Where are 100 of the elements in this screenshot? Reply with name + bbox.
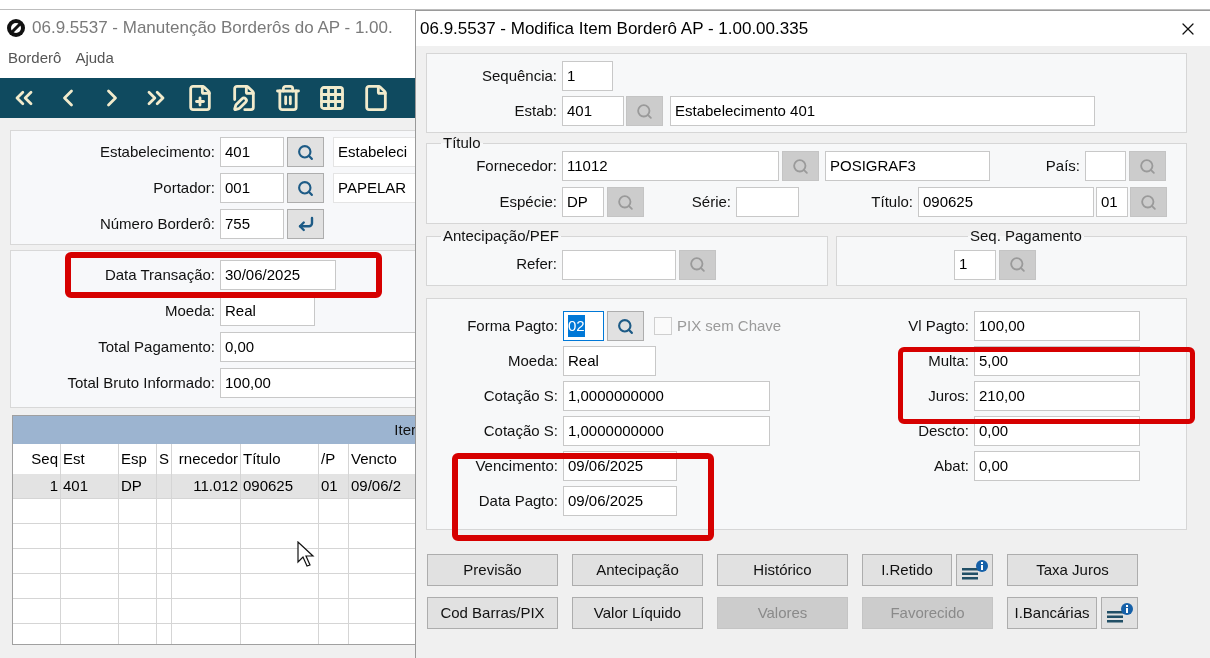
action-button[interactable]: I.Bancárias	[1007, 597, 1097, 629]
field-label: Total Pagamento:	[98, 336, 215, 357]
file-icon[interactable]	[362, 84, 390, 112]
text-field[interactable]: Estabeleci	[333, 137, 415, 167]
text-field[interactable]: 1	[562, 61, 613, 91]
grid-title: Iter	[394, 419, 415, 440]
search-icon	[617, 317, 634, 335]
field-label: Total Bruto Informado:	[67, 372, 215, 393]
text-field[interactable]: 02	[563, 311, 604, 341]
table-cell-text: 01	[321, 475, 338, 496]
file-plus-icon[interactable]	[186, 84, 214, 112]
info-button[interactable]	[1101, 597, 1138, 629]
text-field[interactable]: 100,00	[974, 311, 1140, 341]
app-logo-icon	[6, 17, 26, 38]
search-icon	[1140, 193, 1157, 211]
column-header[interactable]: Seq	[31, 447, 58, 471]
field-label: Data Transação:	[104, 264, 215, 285]
text-field[interactable]	[1085, 151, 1126, 181]
text-field[interactable]: 755	[220, 209, 284, 239]
field-label: Espécie:	[499, 191, 557, 212]
search-button[interactable]	[999, 249, 1036, 280]
text-field[interactable]: 1	[954, 249, 996, 280]
action-button[interactable]: Valor Líquido	[572, 597, 703, 629]
column-header[interactable]: rnecedor	[178, 447, 238, 471]
text-field[interactable]: 401	[562, 96, 624, 126]
action-button[interactable]: Previsão	[427, 554, 558, 586]
search-icon	[1139, 157, 1156, 175]
table-cell-text: 1	[49, 475, 58, 496]
search-icon	[617, 193, 634, 211]
list-info-icon	[1105, 602, 1134, 624]
table-cell-text: 401	[63, 475, 89, 496]
search-icon	[297, 179, 314, 197]
search-button[interactable]	[287, 137, 324, 167]
text-field[interactable]: 30/06/2025	[220, 260, 336, 290]
field-label: Descto:	[918, 420, 969, 441]
field-label: Vl Pagto:	[908, 315, 969, 336]
enter-button[interactable]	[287, 209, 324, 239]
search-icon	[1009, 256, 1026, 273]
info-button[interactable]	[956, 554, 993, 586]
checkbox-label: PIX sem Chave	[677, 315, 782, 336]
list-info-icon	[960, 559, 989, 581]
action-button[interactable]: Histórico	[717, 554, 848, 586]
field-label: Estab:	[514, 100, 557, 121]
text-field[interactable]	[562, 249, 676, 280]
text-field[interactable]: Estabelecimento 401	[670, 96, 1095, 126]
field-label: Portador:	[153, 177, 215, 198]
text-field[interactable]: PAPELAR	[333, 173, 415, 203]
table-cell-text: 11.012	[193, 475, 238, 496]
column-header[interactable]: Título	[243, 447, 281, 471]
table-cell-text: 090625	[243, 475, 294, 496]
file-edit-icon[interactable]	[230, 84, 258, 112]
field-label: Série:	[691, 191, 731, 212]
text-field[interactable]: 01	[1096, 187, 1128, 217]
field-label: Moeda:	[507, 350, 558, 371]
text-field[interactable]: 09/06/2025	[563, 486, 677, 516]
search-icon	[297, 143, 314, 161]
action-button[interactable]: Taxa Juros	[1007, 554, 1138, 586]
field-label: Cotação S:	[483, 385, 558, 406]
text-field[interactable]: 11012	[562, 151, 779, 181]
text-field[interactable]: 0,00	[220, 332, 415, 362]
text-field[interactable]: 210,00	[974, 381, 1140, 411]
menu-item[interactable]: Ajuda	[75, 47, 114, 70]
text-field[interactable]: 0,00	[974, 451, 1140, 481]
field-label: Multa:	[928, 350, 969, 371]
text-field[interactable]: Real	[220, 296, 315, 326]
field-label: Título:	[871, 191, 913, 212]
action-button[interactable]: Antecipação	[572, 554, 703, 586]
text-field[interactable]: POSIGRAF3	[825, 151, 990, 181]
text-field[interactable]: 1,0000000000	[563, 381, 770, 411]
column-header[interactable]: Vencto	[351, 447, 397, 471]
column-header[interactable]: Esp	[121, 447, 147, 471]
text-field[interactable]	[736, 187, 799, 217]
field-label: Sequência:	[481, 65, 557, 86]
window-title: 06.9.5537 - Modifica Item Borderô AP - 1.00.00.335	[420, 17, 809, 40]
column-header[interactable]: S	[159, 447, 169, 471]
grid-icon[interactable]	[318, 84, 346, 112]
field-label: Estabelecimento:	[99, 141, 215, 162]
text-field[interactable]: 100,00	[220, 368, 415, 398]
text-field[interactable]: 001	[220, 173, 284, 203]
table-row[interactable]: 1 401 DP 11.012 090625 01 09/06/2	[13, 474, 415, 499]
field-label: Vencimento:	[475, 455, 558, 476]
search-button[interactable]	[607, 311, 644, 341]
search-icon	[792, 157, 809, 175]
field-label: Forma Pagto:	[467, 315, 558, 336]
menu-item[interactable]: Borderô	[8, 47, 62, 70]
text-field[interactable]: Real	[563, 346, 656, 376]
search-button[interactable]	[287, 173, 324, 203]
text-field[interactable]: 1,0000000000	[563, 416, 770, 446]
field-label: Cotação S:	[483, 420, 558, 441]
field-label: Refer:	[516, 254, 557, 275]
text-field[interactable]: 090625	[918, 187, 1094, 217]
column-header[interactable]: /P	[321, 447, 336, 471]
field-label: Moeda:	[164, 300, 215, 321]
search-button[interactable]	[679, 249, 716, 280]
action-button[interactable]: Cod Barras/PIX	[427, 597, 558, 629]
text-field[interactable]: 401	[220, 137, 284, 167]
action-button[interactable]: I.Retido	[862, 554, 952, 586]
text-field[interactable]: DP	[562, 187, 604, 217]
trash-icon[interactable]	[274, 84, 302, 112]
column-header[interactable]: Est	[63, 447, 85, 471]
